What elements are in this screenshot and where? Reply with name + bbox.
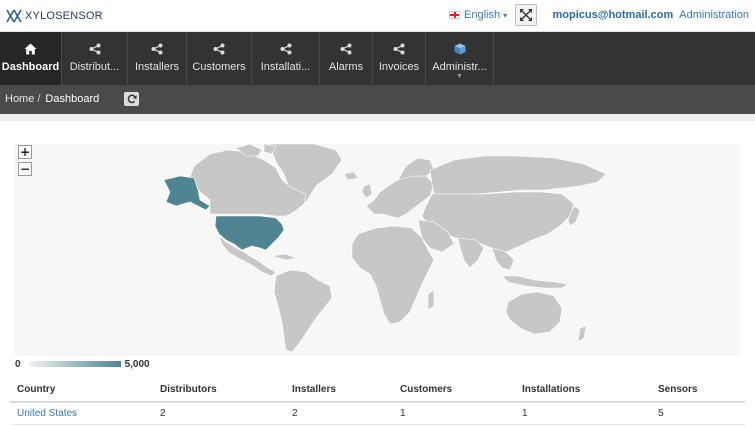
column-header-country[interactable]: Country (10, 384, 160, 395)
breadcrumb-bar: Home / Dashboard (0, 85, 755, 114)
share-icon (393, 42, 405, 56)
country-indonesia[interactable] (501, 275, 569, 289)
share-icon (280, 42, 292, 56)
nav-administration[interactable]: Administr... ▼ (426, 32, 494, 85)
column-header-installations[interactable]: Installations (522, 384, 658, 395)
chevron-down-icon: ▼ (456, 73, 463, 80)
home-icon (24, 42, 37, 56)
nav-label: Customers (192, 61, 246, 73)
language-selector[interactable]: English ▾ (449, 9, 507, 21)
nav-invoices[interactable]: Invoices (373, 32, 426, 85)
zoom-in-button[interactable]: + (18, 145, 32, 159)
top-bar: XYLOSENSOR English ▾ mopicus@hotmail.com… (0, 0, 755, 32)
cell-installers: 2 (292, 408, 298, 419)
chevron-down-icon: ▾ (503, 10, 508, 20)
legend-min-label: 0 (15, 358, 21, 370)
user-role[interactable]: Administration (679, 9, 749, 21)
country-australia[interactable] (505, 291, 563, 335)
legend-gradient (28, 361, 121, 367)
nav-label: Dashboard (1, 61, 60, 73)
nav-label: Administr... (432, 61, 487, 73)
map-legend: 0 5,000 (10, 357, 160, 371)
column-header-installers[interactable]: Installers (292, 384, 400, 395)
cell-distributors: 2 (160, 408, 166, 419)
fullscreen-button[interactable] (515, 4, 537, 26)
share-icon (340, 42, 352, 56)
nav-label: Installers (134, 61, 180, 73)
region-africa[interactable] (351, 225, 435, 325)
column-header-distributors[interactable]: Distributors (160, 384, 292, 395)
country-uk[interactable] (361, 183, 373, 199)
nav-label: Invoices (378, 61, 420, 73)
user-menu[interactable]: mopicus@hotmail.com Administration (552, 9, 749, 21)
share-icon (89, 42, 101, 56)
nav-distributors[interactable]: Distribut... (62, 32, 128, 85)
share-icon (213, 42, 225, 56)
breadcrumb-separator: / (37, 93, 41, 105)
cell-installations: 1 (522, 408, 528, 419)
breadcrumb-current: Dashboard (45, 93, 100, 105)
country-russia[interactable] (429, 155, 607, 195)
dashboard-content: + − 0 5,000 Country Distributors Install… (0, 114, 755, 427)
cell-customers: 1 (400, 408, 406, 419)
table-row[interactable]: United States 2 2 1 1 5 (10, 403, 745, 425)
world-map[interactable]: + − (14, 144, 739, 356)
nav-label: Alarms (328, 61, 364, 73)
cell-sensors: 5 (658, 408, 664, 419)
legend-max-label: 5,000 (124, 358, 150, 370)
zoom-out-button[interactable]: − (18, 162, 32, 176)
region-caribbean[interactable] (271, 253, 298, 261)
main-nav: Dashboard Distribut... Installers Custom… (0, 32, 755, 85)
xylosensor-logo-icon (6, 9, 22, 23)
england-flag-icon (449, 11, 460, 19)
nav-dashboard[interactable]: Dashboard (0, 32, 62, 85)
column-header-sensors[interactable]: Sensors (658, 384, 745, 395)
language-label: English (464, 9, 501, 21)
breadcrumb-home[interactable]: Home (5, 93, 34, 105)
brand-logo[interactable]: XYLOSENSOR (6, 7, 103, 25)
share-icon (151, 42, 163, 56)
user-email[interactable]: mopicus@hotmail.com (552, 9, 673, 21)
country-madagascar[interactable] (427, 289, 435, 311)
region-south-america[interactable] (273, 269, 333, 353)
brand-name: XYLOSENSOR (25, 10, 103, 22)
nav-label: Distribut... (69, 61, 120, 73)
region-southeast-asia[interactable] (491, 247, 515, 271)
table-header-row: Country Distributors Installers Customer… (10, 377, 745, 403)
country-new-zealand[interactable] (577, 325, 587, 343)
breadcrumb: Home / Dashboard (5, 93, 99, 105)
country-iceland[interactable] (343, 171, 359, 181)
refresh-button[interactable] (124, 92, 139, 106)
cube-icon (454, 42, 466, 56)
refresh-icon (127, 94, 137, 104)
nav-label: Installati... (260, 61, 311, 73)
nav-installers[interactable]: Installers (128, 32, 187, 85)
world-map-canvas[interactable] (14, 144, 739, 356)
column-header-customers[interactable]: Customers (400, 384, 522, 395)
nav-customers[interactable]: Customers (187, 32, 252, 85)
nav-alarms[interactable]: Alarms (320, 32, 373, 85)
country-link[interactable]: United States (10, 408, 160, 419)
country-stats-table: Country Distributors Installers Customer… (10, 377, 745, 425)
nav-installations[interactable]: Installati... (252, 32, 320, 85)
expand-icon (520, 9, 532, 21)
content-divider (0, 114, 755, 121)
